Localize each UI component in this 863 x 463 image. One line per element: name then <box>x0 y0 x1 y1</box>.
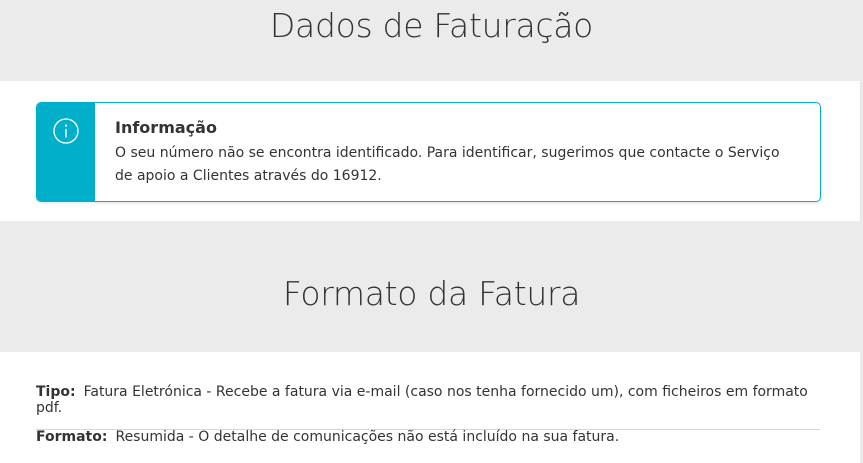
invoice-format-row: Formato: Resumida - O detalhe de comunica… <box>36 429 820 445</box>
invoice-type-row: Tipo: Fatura Eletrónica - Recebe a fatura… <box>36 384 820 430</box>
info-title: Informação <box>115 118 217 137</box>
invoice-format-title: Formato da Fatura <box>282 274 581 313</box>
info-icon <box>53 118 79 144</box>
invoice-format-label: Formato: <box>36 429 108 445</box>
invoice-format-value: Resumida - O detalhe de comunicações não… <box>115 429 620 445</box>
info-content: Informação O seu número não se encontra … <box>115 118 800 188</box>
invoice-type-value: Fatura Eletrónica - Recebe a fatura via … <box>36 384 808 416</box>
invoice-format-header: Formato da Fatura <box>0 221 863 352</box>
billing-header: Dados de Faturação <box>0 0 863 81</box>
invoice-type-label: Tipo: <box>36 384 76 400</box>
billing-title: Dados de Faturação <box>269 6 594 45</box>
info-stripe <box>37 103 95 201</box>
invoice-format-panel: Tipo: Fatura Eletrónica - Recebe a fatura… <box>0 352 860 463</box>
info-message: O seu número não se encontra identificad… <box>115 145 780 184</box>
info-panel: Informação O seu número não se encontra … <box>0 81 860 221</box>
info-notification: Informação O seu número não se encontra … <box>36 102 821 202</box>
